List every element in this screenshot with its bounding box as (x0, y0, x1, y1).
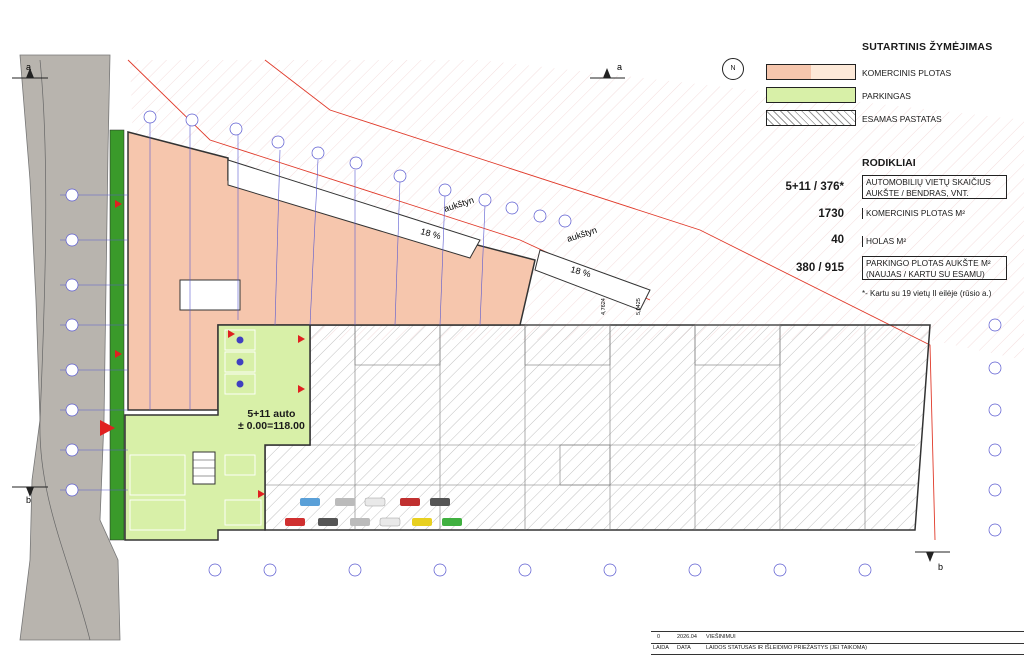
existing-building (264, 324, 931, 531)
legend-label-parking: PARKINGAS (862, 91, 911, 101)
legend-label-commercial: KOMERCINIS PLOTAS (862, 68, 952, 78)
indicator-label-hall: HOLAS M² (862, 236, 1006, 247)
title-block-row-header: LAIDA DATA LAIDOS STATUSAS IR IŠLEIDIMO … (651, 643, 1024, 655)
indicator-label-commercial: KOMERCINIS PLOTAS M² (862, 208, 1006, 219)
dimension-1: 4,7624 (601, 298, 607, 315)
north-arrow-icon: N (722, 58, 744, 80)
tb-col-rev: LAIDA (653, 645, 669, 651)
section-a-left: a (26, 62, 31, 72)
legend-title: SUTARTINIS ŽYMĖJIMAS (862, 41, 993, 53)
section-a-right: a (617, 62, 622, 72)
indicator-value-commercial: 1730 (818, 208, 844, 220)
parking-label: 5+11 auto ± 0.00=118.00 (238, 408, 305, 432)
tb-status: VIEŠINIMUI (706, 634, 736, 640)
tb-date: 2026.04 (677, 634, 697, 640)
section-b-left: b (26, 495, 31, 505)
indicator-value-hall: 40 (831, 234, 844, 246)
legend-label-existing: ESAMAS PASTATAS (862, 114, 942, 124)
indicator-value-cars: 5+11 / 376* (785, 181, 844, 193)
dimension-2: 5,0425 (636, 298, 642, 315)
indicators-title: RODIKLIAI (862, 157, 916, 169)
parking-label-elevation: ± 0.00=118.00 (238, 420, 305, 432)
road (19, 54, 121, 641)
stair-core-1 (179, 279, 241, 311)
tb-col-status: LAIDOS STATUSAS IR IŠLEIDIMO PRIEŽASTYS … (706, 645, 867, 651)
indicator-value-parking: 380 / 915 (796, 262, 844, 274)
green-strip (109, 129, 125, 541)
legend-swatch-commercial (766, 64, 856, 80)
tb-col-date: DATA (677, 645, 691, 651)
parking-label-count: 5+11 auto (247, 408, 296, 420)
indicator-label-parking: PARKINGO PLOTAS AUKŠTE M² (NAUJAS / KART… (862, 256, 1007, 280)
indicators-footnote: *- Kartu su 19 vietų II eilėje (rūsio a.… (862, 289, 992, 298)
tb-rev: 0 (657, 634, 661, 640)
legend-swatch-existing (766, 110, 856, 126)
legend-swatch-parking (766, 87, 856, 103)
title-block: 0 2026.04 VIEŠINIMUI LAIDA DATA LAIDOS S… (651, 631, 1024, 655)
indicator-label-cars: AUTOMOBILIŲ VIETŲ SKAIČIUS AUKŠTE / BEND… (862, 175, 1007, 199)
section-b-right: b (938, 562, 943, 572)
